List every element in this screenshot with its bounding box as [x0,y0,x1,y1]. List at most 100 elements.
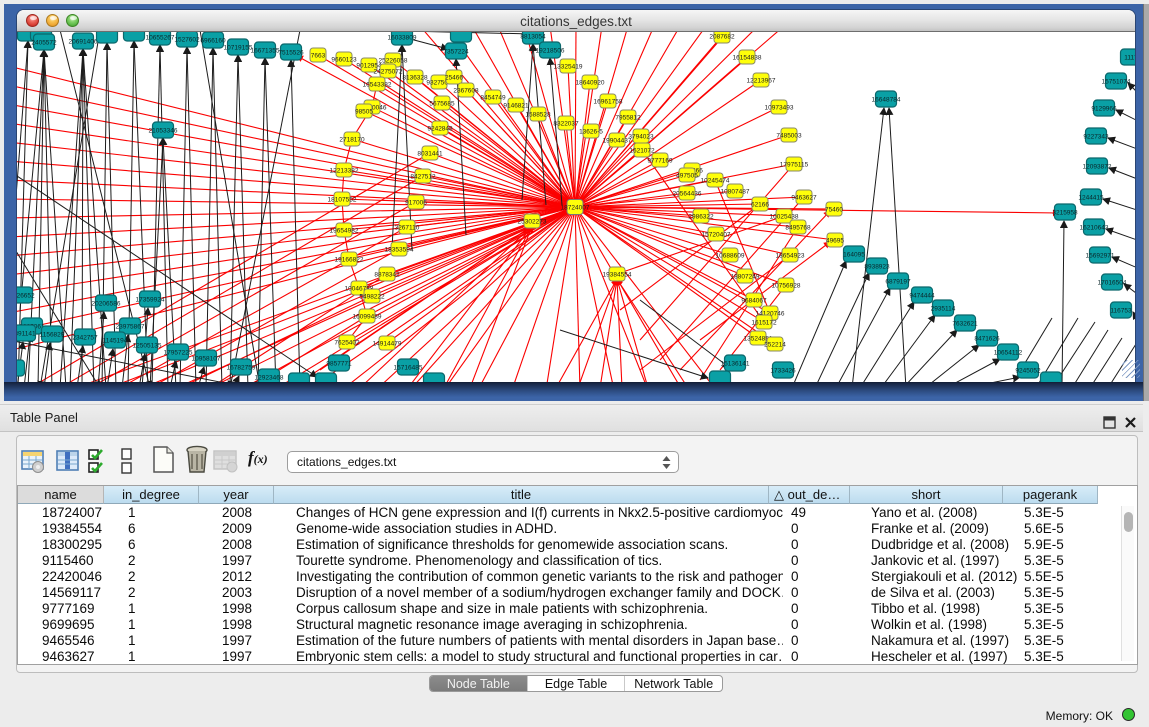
svg-text:2342757: 2342757 [72,335,98,342]
svg-text:15720407: 15720407 [702,232,731,239]
svg-text:116753: 116753 [1110,308,1132,315]
svg-text:2526652: 2526652 [17,293,35,300]
svg-text:12923468: 12923468 [255,375,284,382]
svg-text:391141: 391141 [17,331,36,338]
svg-text:5498222: 5498222 [359,294,385,301]
svg-text:2718170: 2718170 [339,137,365,144]
svg-text:1117: 1117 [1124,55,1135,62]
svg-text:7357224: 7357224 [443,49,469,56]
svg-text:10654112: 10654112 [994,350,1023,357]
svg-text:8136328: 8136328 [402,75,428,82]
svg-text:2367608: 2367608 [453,88,479,95]
svg-text:17975115: 17975115 [780,162,809,169]
svg-text:15136141: 15136141 [721,361,750,368]
svg-text:9242848: 9242848 [427,126,453,133]
svg-text:3267110: 3267110 [395,225,420,232]
svg-text:12505135: 12505135 [133,343,162,350]
svg-text:16543382: 16543382 [363,82,392,89]
svg-text:20564436: 20564436 [673,191,702,198]
svg-text:15716485: 15716485 [394,365,423,372]
svg-text:16210643: 16210643 [1080,225,1109,232]
svg-text:2087682: 2087682 [709,34,735,41]
svg-text:1527602: 1527602 [174,37,200,44]
svg-text:8454749: 8454749 [480,95,506,102]
svg-text:20691406: 20691406 [69,39,98,46]
svg-text:497505: 497505 [676,173,698,180]
svg-text:49695: 49695 [826,238,844,245]
svg-text:16782759: 16782759 [227,365,256,372]
svg-text:1621072: 1621072 [629,148,655,155]
svg-text:6879197: 6879197 [885,279,911,286]
svg-text:10973493: 10973493 [765,105,794,112]
svg-text:23975867: 23975867 [116,324,145,331]
svg-text:8471626: 8471626 [974,336,1000,343]
svg-text:2986322: 2986322 [688,214,714,221]
svg-text:20206586: 20206586 [92,301,121,308]
svg-text:16961758: 16961758 [594,99,623,106]
svg-text:1145194: 1145194 [103,338,128,345]
svg-text:6966160: 6966160 [200,38,226,45]
svg-text:2935114: 2935114 [931,306,956,313]
svg-text:3794023: 3794023 [628,134,654,141]
svg-text:98505: 98505 [355,109,373,116]
svg-text:16099489: 16099489 [353,314,382,321]
svg-text:9463627: 9463627 [791,195,817,202]
svg-text:7625402: 7625402 [334,340,360,347]
svg-text:18807249: 18807249 [731,274,760,281]
svg-text:17016504: 17016504 [1098,280,1127,287]
svg-text:62166: 62166 [751,202,769,209]
svg-text:16033809: 16033809 [388,35,417,42]
svg-text:9146821: 9146821 [503,103,529,110]
svg-text:12213967: 12213967 [747,78,776,85]
svg-text:9129966: 9129966 [1091,106,1117,113]
svg-text:18724007: 18724007 [561,205,590,212]
svg-text:17359924: 17359924 [136,297,165,304]
svg-text:15751074: 15751074 [1102,79,1131,86]
svg-text:10719155: 10719155 [224,45,253,52]
svg-text:8495768: 8495768 [785,225,811,232]
svg-text:1244415: 1244415 [1078,195,1104,202]
svg-text:10025438: 10025438 [770,214,799,221]
svg-text:9245052: 9245052 [1015,368,1041,375]
svg-text:12213382: 12213382 [330,168,359,175]
svg-text:16648784: 16648784 [872,97,901,104]
svg-text:10655267: 10655267 [146,35,175,42]
svg-text:8322037: 8322037 [553,121,579,128]
svg-text:18107552: 18107552 [328,197,357,204]
svg-text:25466: 25466 [445,75,463,82]
svg-text:7515526: 7515526 [278,50,304,57]
svg-text:8031441: 8031441 [417,151,443,158]
svg-text:7663: 7663 [311,53,326,60]
svg-text:19166822: 19166822 [335,257,364,264]
svg-text:25302273: 25302273 [518,219,547,226]
svg-text:24275072: 24275072 [374,69,403,76]
svg-text:25226058: 25226058 [379,58,408,65]
svg-text:75460: 75460 [825,207,843,214]
svg-text:1156829: 1156829 [40,332,65,339]
svg-text:1588528: 1588528 [525,112,551,119]
svg-text:14914479: 14914479 [373,341,402,348]
svg-text:18640920: 18640920 [576,80,605,87]
svg-text:9660123: 9660123 [331,57,357,64]
svg-text:18353594: 18353594 [385,247,414,254]
svg-text:917006: 917006 [405,200,427,207]
svg-text:10958107: 10958107 [192,356,221,363]
svg-text:252214: 252214 [764,342,786,349]
svg-text:9684067: 9684067 [741,298,767,305]
svg-text:8878342: 8878342 [374,272,400,279]
svg-text:21053346: 21053346 [149,128,178,135]
svg-text:2405572: 2405572 [31,40,57,47]
svg-text:10245474: 10245474 [701,178,730,185]
svg-text:1615172: 1615172 [751,320,777,327]
svg-text:15692971: 15692971 [1086,253,1115,260]
svg-text:5675685: 5675685 [429,101,455,108]
svg-text:8813054: 8813054 [520,34,546,41]
svg-text:7632621: 7632621 [952,321,978,328]
svg-text:16671355: 16671355 [251,48,280,55]
svg-text:9857771: 9857771 [326,361,352,368]
svg-text:9777169: 9777169 [647,158,673,165]
svg-text:1733426: 1733426 [770,368,796,375]
svg-text:7955812: 7955812 [615,115,641,122]
svg-text:3215958: 3215958 [1052,210,1078,217]
svg-text:16154838: 16154838 [733,55,762,62]
